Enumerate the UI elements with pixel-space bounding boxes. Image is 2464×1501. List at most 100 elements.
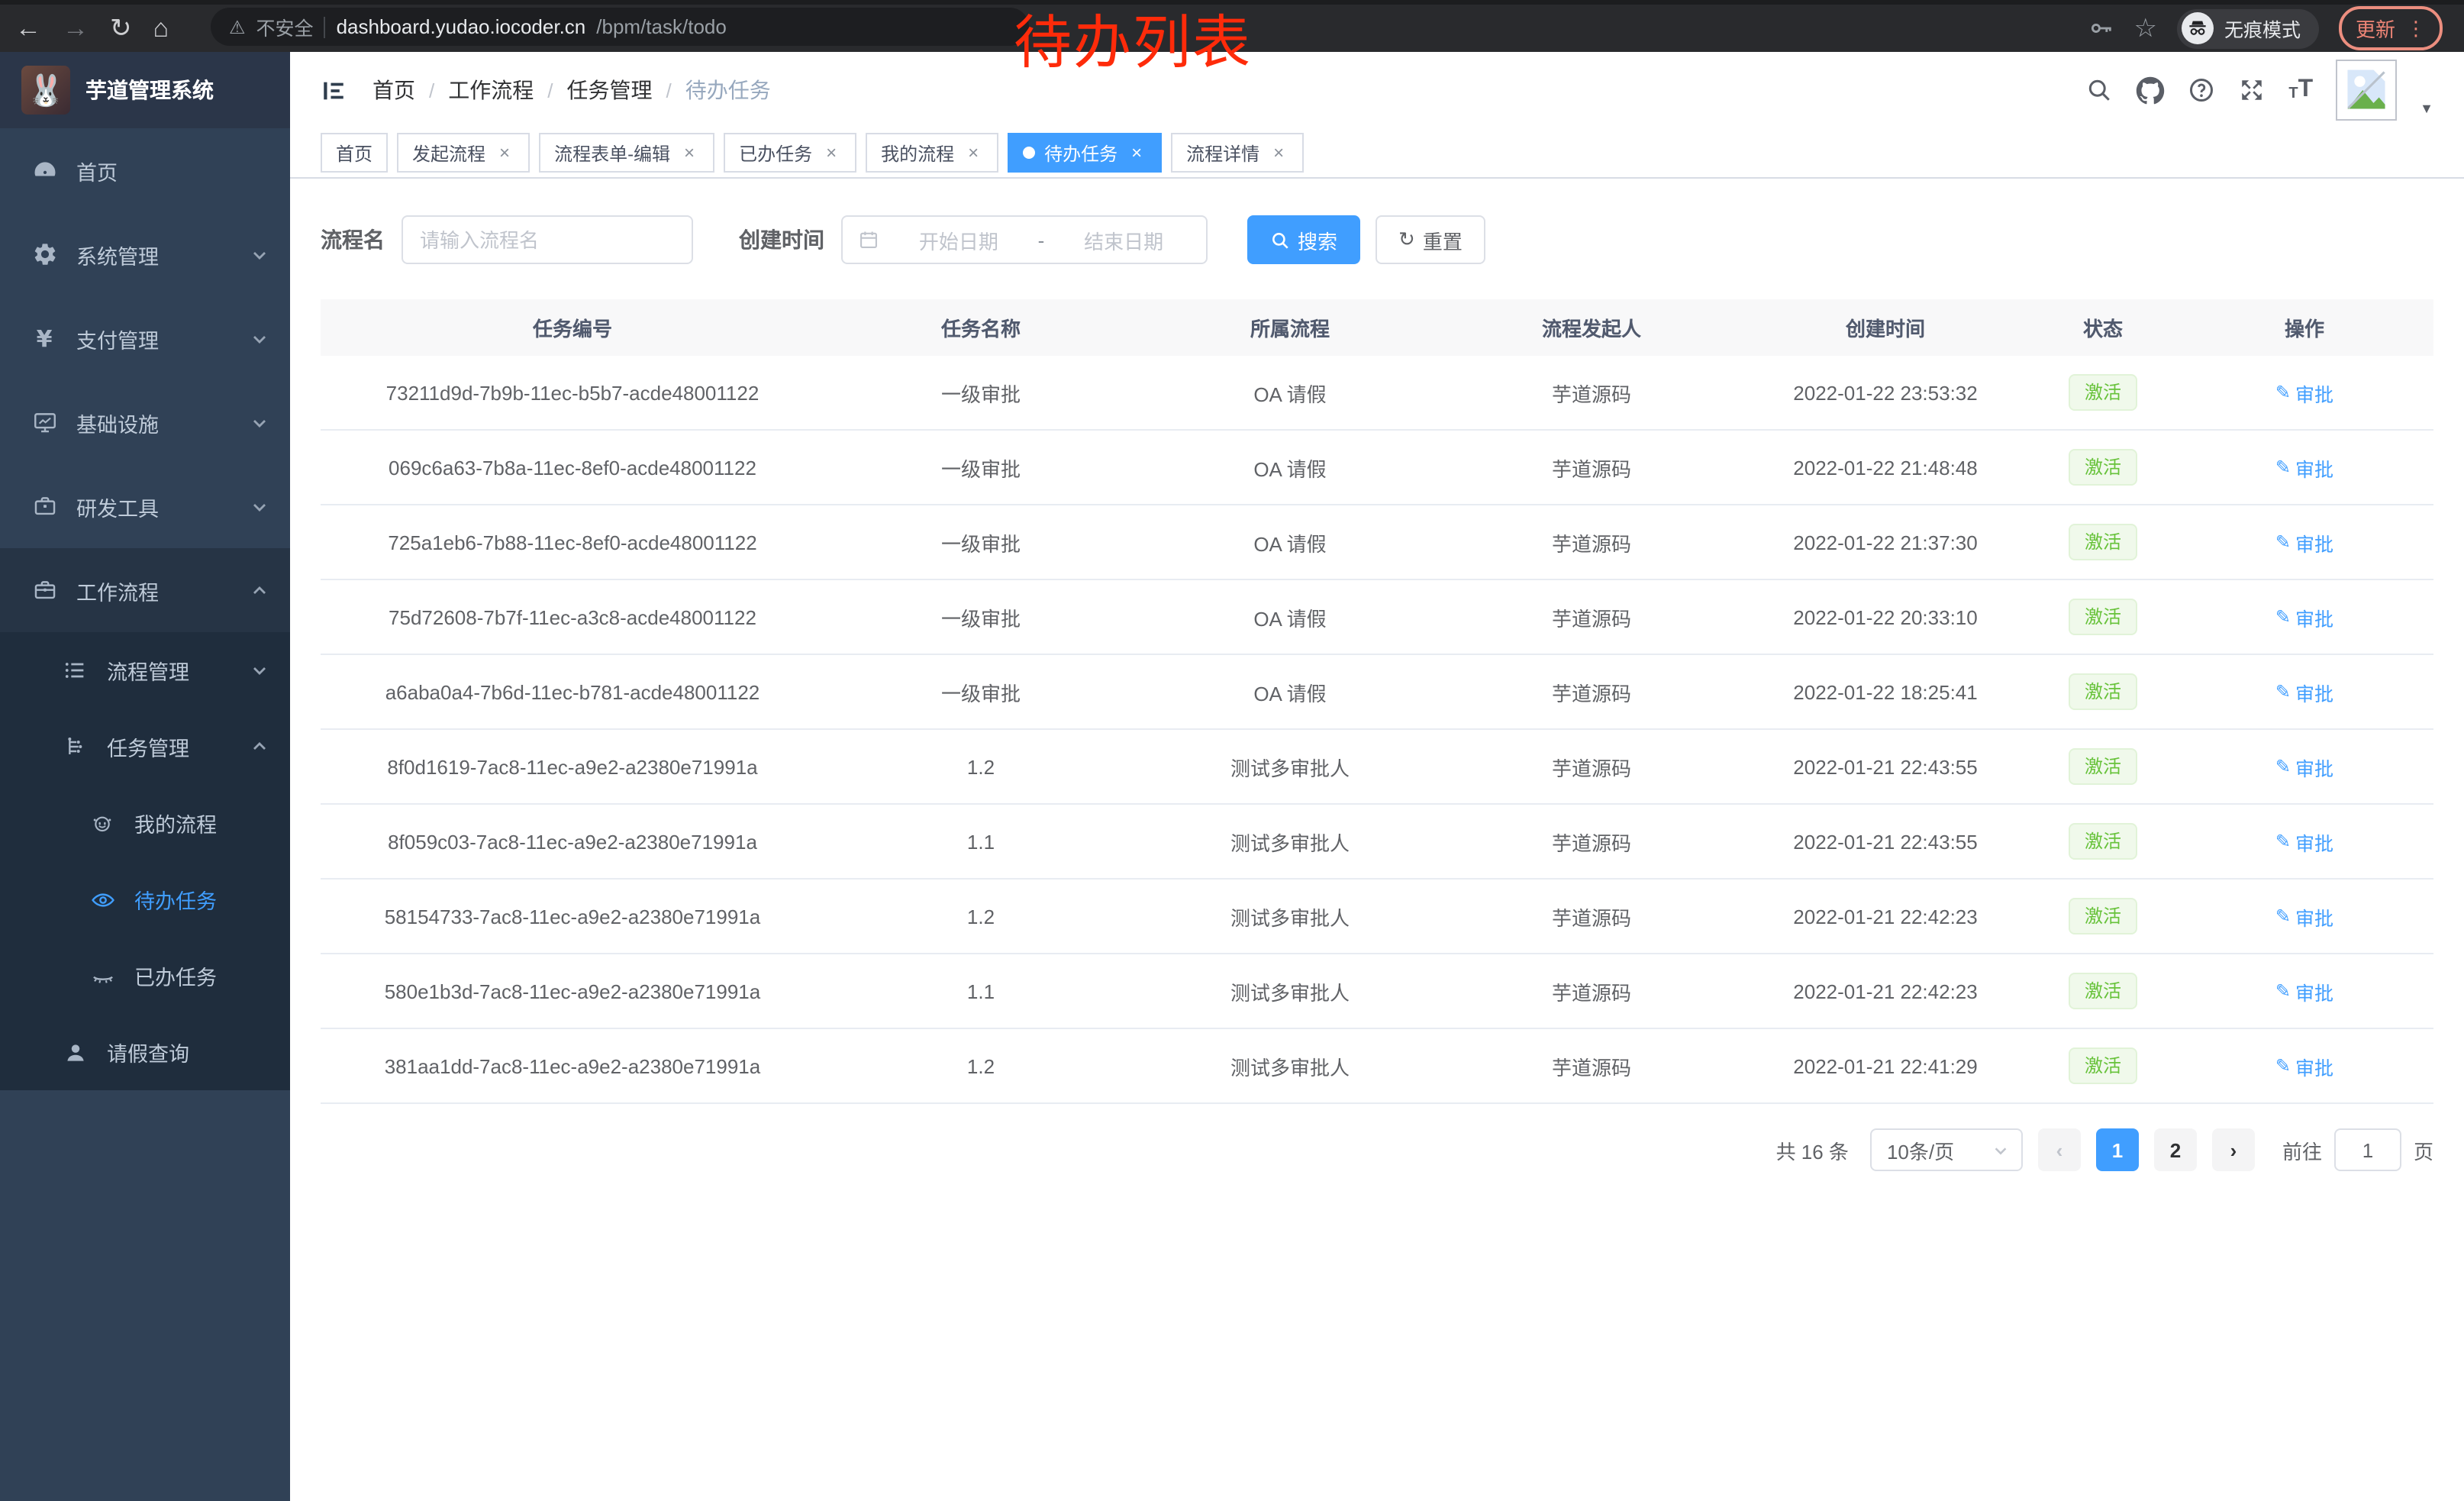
approve-link[interactable]: ✎审批 xyxy=(2275,976,2333,1006)
cell-task-id: 069c6a63-7b8a-11ec-8ef0-acde48001122 xyxy=(321,456,824,479)
sidebar-item-workflow[interactable]: 工作流程 xyxy=(0,548,290,632)
search-button[interactable]: 搜索 xyxy=(1247,215,1360,264)
process-name-input[interactable] xyxy=(402,215,693,264)
approve-link[interactable]: ✎审批 xyxy=(2275,902,2333,931)
bookmark-star-icon[interactable]: ☆ xyxy=(2133,15,2157,41)
incognito-badge: 无痕模式 xyxy=(2177,8,2319,48)
status-badge: 激活 xyxy=(2069,748,2137,785)
approve-link[interactable]: ✎审批 xyxy=(2275,752,2333,781)
chevron-up-icon xyxy=(250,738,269,756)
cell-time: 2022-01-21 22:43:55 xyxy=(1740,830,2030,853)
cell-time: 2022-01-21 22:42:23 xyxy=(1740,980,2030,1002)
approve-link[interactable]: ✎审批 xyxy=(2275,1051,2333,1080)
sidebar-item-system[interactable]: 系统管理 xyxy=(0,212,290,296)
avatar[interactable] xyxy=(2336,60,2397,121)
chevron-down-icon xyxy=(250,661,269,679)
tab-home[interactable]: 首页 xyxy=(321,133,388,173)
page-content: 流程名 创建时间 开始日期 - 结束日期 搜索 ↻ 重置 xyxy=(290,179,2464,1171)
browser-forward-button[interactable]: → xyxy=(63,15,89,41)
sidebar-item-task-mgmt[interactable]: 任务管理 xyxy=(0,709,290,785)
status-badge: 激活 xyxy=(2069,374,2137,411)
chrome-update-button[interactable]: 更新 ⋮ xyxy=(2339,6,2443,50)
close-icon[interactable]: × xyxy=(679,143,699,163)
table-row: 381aa1dd-7ac8-11ec-a9e2-a2380e71991a 1.2… xyxy=(321,1029,2433,1104)
breadcrumb-task-mgmt[interactable]: 任务管理 xyxy=(567,75,653,105)
edit-icon: ✎ xyxy=(2275,457,2291,478)
address-bar[interactable]: ⚠ 不安全 dashboard.yudao.iocoder.cn/bpm/tas… xyxy=(211,8,1029,46)
tabs-bar: 首页 发起流程× 流程表单-编辑× 已办任务× 我的流程× 待办任务× 流程详情… xyxy=(290,128,2464,179)
sidebar-item-devtools[interactable]: 研发工具 xyxy=(0,464,290,548)
approve-link[interactable]: ✎审批 xyxy=(2275,378,2333,407)
approve-link[interactable]: ✎审批 xyxy=(2275,677,2333,706)
github-icon[interactable] xyxy=(2136,76,2165,105)
page-button-2[interactable]: 2 xyxy=(2154,1128,2197,1171)
browser-reload-button[interactable]: ↻ xyxy=(110,15,132,41)
goto-page-input[interactable] xyxy=(2334,1128,2401,1171)
breadcrumb-home[interactable]: 首页 xyxy=(373,75,415,105)
close-icon[interactable]: × xyxy=(1269,143,1288,163)
breadcrumb-workflow[interactable]: 工作流程 xyxy=(448,75,534,105)
cell-task-id: 725a1eb6-7b88-11ec-8ef0-acde48001122 xyxy=(321,531,824,554)
tab-process-detail[interactable]: 流程详情× xyxy=(1171,133,1304,173)
page-button-1[interactable]: 1 xyxy=(2096,1128,2139,1171)
prev-page-button[interactable]: ‹ xyxy=(2038,1128,2081,1171)
edit-icon: ✎ xyxy=(2275,681,2291,702)
tab-form-edit[interactable]: 流程表单-编辑× xyxy=(539,133,714,173)
close-icon[interactable]: × xyxy=(1127,143,1147,163)
sidebar-item-pay[interactable]: ¥ 支付管理 xyxy=(0,296,290,380)
browser-menu-icon[interactable]: ⋮ xyxy=(2406,16,2426,40)
close-icon[interactable]: × xyxy=(821,143,841,163)
sidebar-item-todo-tasks[interactable]: 待办任务 xyxy=(0,861,290,938)
cell-task-name: 1.1 xyxy=(824,830,1137,853)
approve-link[interactable]: ✎审批 xyxy=(2275,528,2333,557)
goto-suffix: 页 xyxy=(2414,1135,2433,1164)
table-header: 任务编号 任务名称 所属流程 流程发起人 创建时间 状态 操作 xyxy=(321,299,2433,356)
cell-task-id: 75d72608-7b7f-11ec-a3c8-acde48001122 xyxy=(321,605,824,628)
cell-task-id: 580e1b3d-7ac8-11ec-a9e2-a2380e71991a xyxy=(321,980,824,1002)
date-range-picker[interactable]: 开始日期 - 结束日期 xyxy=(841,215,1208,264)
approve-link[interactable]: ✎审批 xyxy=(2275,827,2333,856)
tab-start-process[interactable]: 发起流程× xyxy=(397,133,530,173)
password-key-icon[interactable] xyxy=(2088,15,2114,41)
calendar-icon xyxy=(858,229,879,250)
browser-home-button[interactable]: ⌂ xyxy=(153,15,169,41)
sidebar-item-my-process[interactable]: 我的流程 xyxy=(0,785,290,861)
sidebar-item-process-mgmt[interactable]: 流程管理 xyxy=(0,632,290,709)
face-icon xyxy=(89,809,116,837)
sidebar-item-infra[interactable]: 基础设施 xyxy=(0,380,290,464)
task-table: 任务编号 任务名称 所属流程 流程发起人 创建时间 状态 操作 73211d9d… xyxy=(321,299,2433,1104)
reset-button[interactable]: ↻ 重置 xyxy=(1376,215,1485,264)
help-icon[interactable] xyxy=(2188,76,2215,104)
sidebar: 🐰 芋道管理系统 首页 系统管理 ¥ 支付管理 基础设施 xyxy=(0,52,290,1501)
cell-task-name: 一级审批 xyxy=(824,602,1137,631)
sidebar-item-home[interactable]: 首页 xyxy=(0,128,290,212)
tab-my-process[interactable]: 我的流程× xyxy=(866,133,998,173)
table-row: 58154733-7ac8-11ec-a9e2-a2380e71991a 1.2… xyxy=(321,880,2433,954)
status-badge: 激活 xyxy=(2069,973,2137,1009)
tab-done-tasks[interactable]: 已办任务× xyxy=(724,133,856,173)
close-icon[interactable]: × xyxy=(963,143,983,163)
avatar-dropdown-caret[interactable]: ▼ xyxy=(2420,101,2433,116)
fullscreen-icon[interactable] xyxy=(2238,76,2266,104)
app-logo-row[interactable]: 🐰 芋道管理系统 xyxy=(0,52,290,128)
next-page-button[interactable]: › xyxy=(2212,1128,2255,1171)
eye-icon xyxy=(89,886,116,913)
cell-time: 2022-01-22 21:37:30 xyxy=(1740,531,2030,554)
search-icon[interactable] xyxy=(2085,76,2113,104)
approve-link[interactable]: ✎审批 xyxy=(2275,453,2333,482)
browser-back-button[interactable]: ← xyxy=(15,15,41,41)
sidebar-item-done-tasks[interactable]: 已办任务 xyxy=(0,938,290,1014)
cell-task-name: 1.2 xyxy=(824,1054,1137,1077)
cell-task-name: 1.2 xyxy=(824,905,1137,928)
edit-icon: ✎ xyxy=(2275,905,2291,927)
edit-icon: ✎ xyxy=(2275,606,2291,628)
page-size-select[interactable]: 10条/页 xyxy=(1870,1128,2023,1171)
close-icon[interactable]: × xyxy=(495,143,514,163)
tab-todo-tasks[interactable]: 待办任务× xyxy=(1008,133,1162,173)
font-size-icon[interactable]: TT xyxy=(2288,78,2313,102)
approve-link[interactable]: ✎审批 xyxy=(2275,602,2333,631)
cell-task-id: a6aba0a4-7b6d-11ec-b781-acde48001122 xyxy=(321,680,824,703)
sidebar-item-leave-query[interactable]: 请假查询 xyxy=(0,1014,290,1090)
sidebar-toggle-icon[interactable] xyxy=(321,77,347,103)
cell-starter: 芋道源码 xyxy=(1443,602,1740,631)
